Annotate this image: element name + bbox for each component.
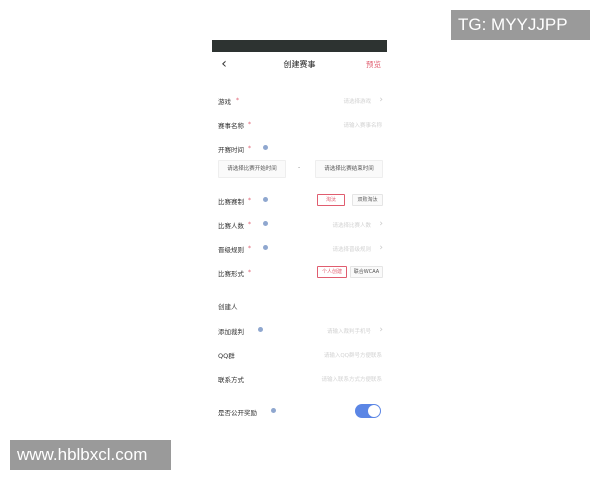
event-name-input[interactable]: 请输入赛事名称 — [343, 121, 382, 129]
game-label: 游戏 — [218, 98, 231, 106]
nav-bar: ‹ 创建赛事 预览 — [212, 52, 387, 78]
creator-row: 创建人 — [212, 300, 387, 314]
player-count-label: 比赛人数 — [218, 222, 244, 230]
qq-group-input[interactable]: 请输入QQ群号方便联系 — [324, 351, 382, 359]
chevron-right-icon: › — [379, 219, 383, 229]
info-icon[interactable] — [263, 145, 268, 150]
chevron-right-icon: › — [379, 243, 383, 253]
game-row[interactable]: 游戏 * 请选择游戏 › — [212, 95, 387, 109]
referee-input[interactable]: 请输入裁判手机号 — [327, 327, 371, 335]
end-date-button[interactable]: 请选择比赛结束时间 — [315, 160, 383, 178]
chevron-right-icon: › — [379, 325, 383, 335]
info-icon[interactable] — [271, 408, 276, 413]
contact-input[interactable]: 请输入联系方式方便联系 — [321, 375, 382, 383]
required-mark: * — [236, 97, 239, 104]
player-count-row[interactable]: 比赛人数 * 请选择比赛人数 › — [212, 219, 387, 233]
player-count-select[interactable]: 请选择比赛人数 — [332, 221, 371, 229]
start-time-row: 开赛时间 * — [212, 143, 387, 157]
required-mark: * — [248, 245, 251, 252]
info-icon[interactable] — [263, 245, 268, 250]
format-option-elimination[interactable]: 淘汰 — [317, 194, 345, 206]
referee-label: 添加裁判 — [218, 328, 244, 336]
qq-group-row[interactable]: QQ群 请输入QQ群号方便联系 — [212, 349, 387, 363]
info-icon[interactable] — [258, 327, 263, 332]
contact-row[interactable]: 联系方式 请输入联系方式方便联系 — [212, 373, 387, 387]
format-label: 比赛赛制 — [218, 198, 244, 206]
contact-label: 联系方式 — [218, 376, 244, 384]
info-icon[interactable] — [263, 221, 268, 226]
phone-screen: ‹ 创建赛事 预览 游戏 * 请选择游戏 › 赛事名称 * 请输入赛事名称 开赛… — [212, 40, 387, 440]
advance-rule-row[interactable]: 晋级规则 * 请选择晋级规则 › — [212, 243, 387, 257]
mode-option-personal[interactable]: 个人创建 — [317, 266, 347, 278]
required-mark: * — [248, 121, 251, 128]
chevron-right-icon: › — [379, 95, 383, 105]
game-select[interactable]: 请选择游戏 — [343, 97, 371, 105]
toggle-knob — [368, 405, 380, 417]
public-reward-label: 是否公开奖励 — [218, 409, 257, 417]
status-bar — [212, 40, 387, 52]
qq-group-label: QQ群 — [218, 352, 235, 360]
page-title: 创建赛事 — [283, 60, 316, 69]
event-name-label: 赛事名称 — [218, 122, 244, 130]
mode-label: 比赛形式 — [218, 270, 244, 278]
format-option-double-elimination[interactable]: 双败淘汰 — [352, 194, 383, 206]
watermark-bottom: www.hblbxcl.com — [10, 440, 171, 470]
mode-option-wcaa[interactable]: 联合WCAA — [350, 266, 383, 278]
advance-rule-label: 晋级规则 — [218, 246, 244, 254]
info-icon[interactable] — [263, 197, 268, 202]
referee-row[interactable]: 添加裁判 请输入裁判手机号 › — [212, 325, 387, 339]
required-mark: * — [248, 145, 251, 152]
public-reward-toggle[interactable] — [355, 404, 381, 418]
start-date-button[interactable]: 请选择比赛开始时间 — [218, 160, 286, 178]
required-mark: * — [248, 197, 251, 204]
required-mark: * — [248, 221, 251, 228]
date-separator: - — [298, 164, 301, 171]
required-mark: * — [248, 269, 251, 276]
preview-button[interactable]: 预览 — [366, 59, 381, 70]
event-name-row[interactable]: 赛事名称 * 请输入赛事名称 — [212, 119, 387, 133]
start-time-label: 开赛时间 — [218, 146, 244, 154]
watermark-top: TG: MYYJJPP — [451, 10, 590, 40]
advance-rule-select[interactable]: 请选择晋级规则 — [332, 245, 371, 253]
creator-label: 创建人 — [218, 303, 238, 311]
